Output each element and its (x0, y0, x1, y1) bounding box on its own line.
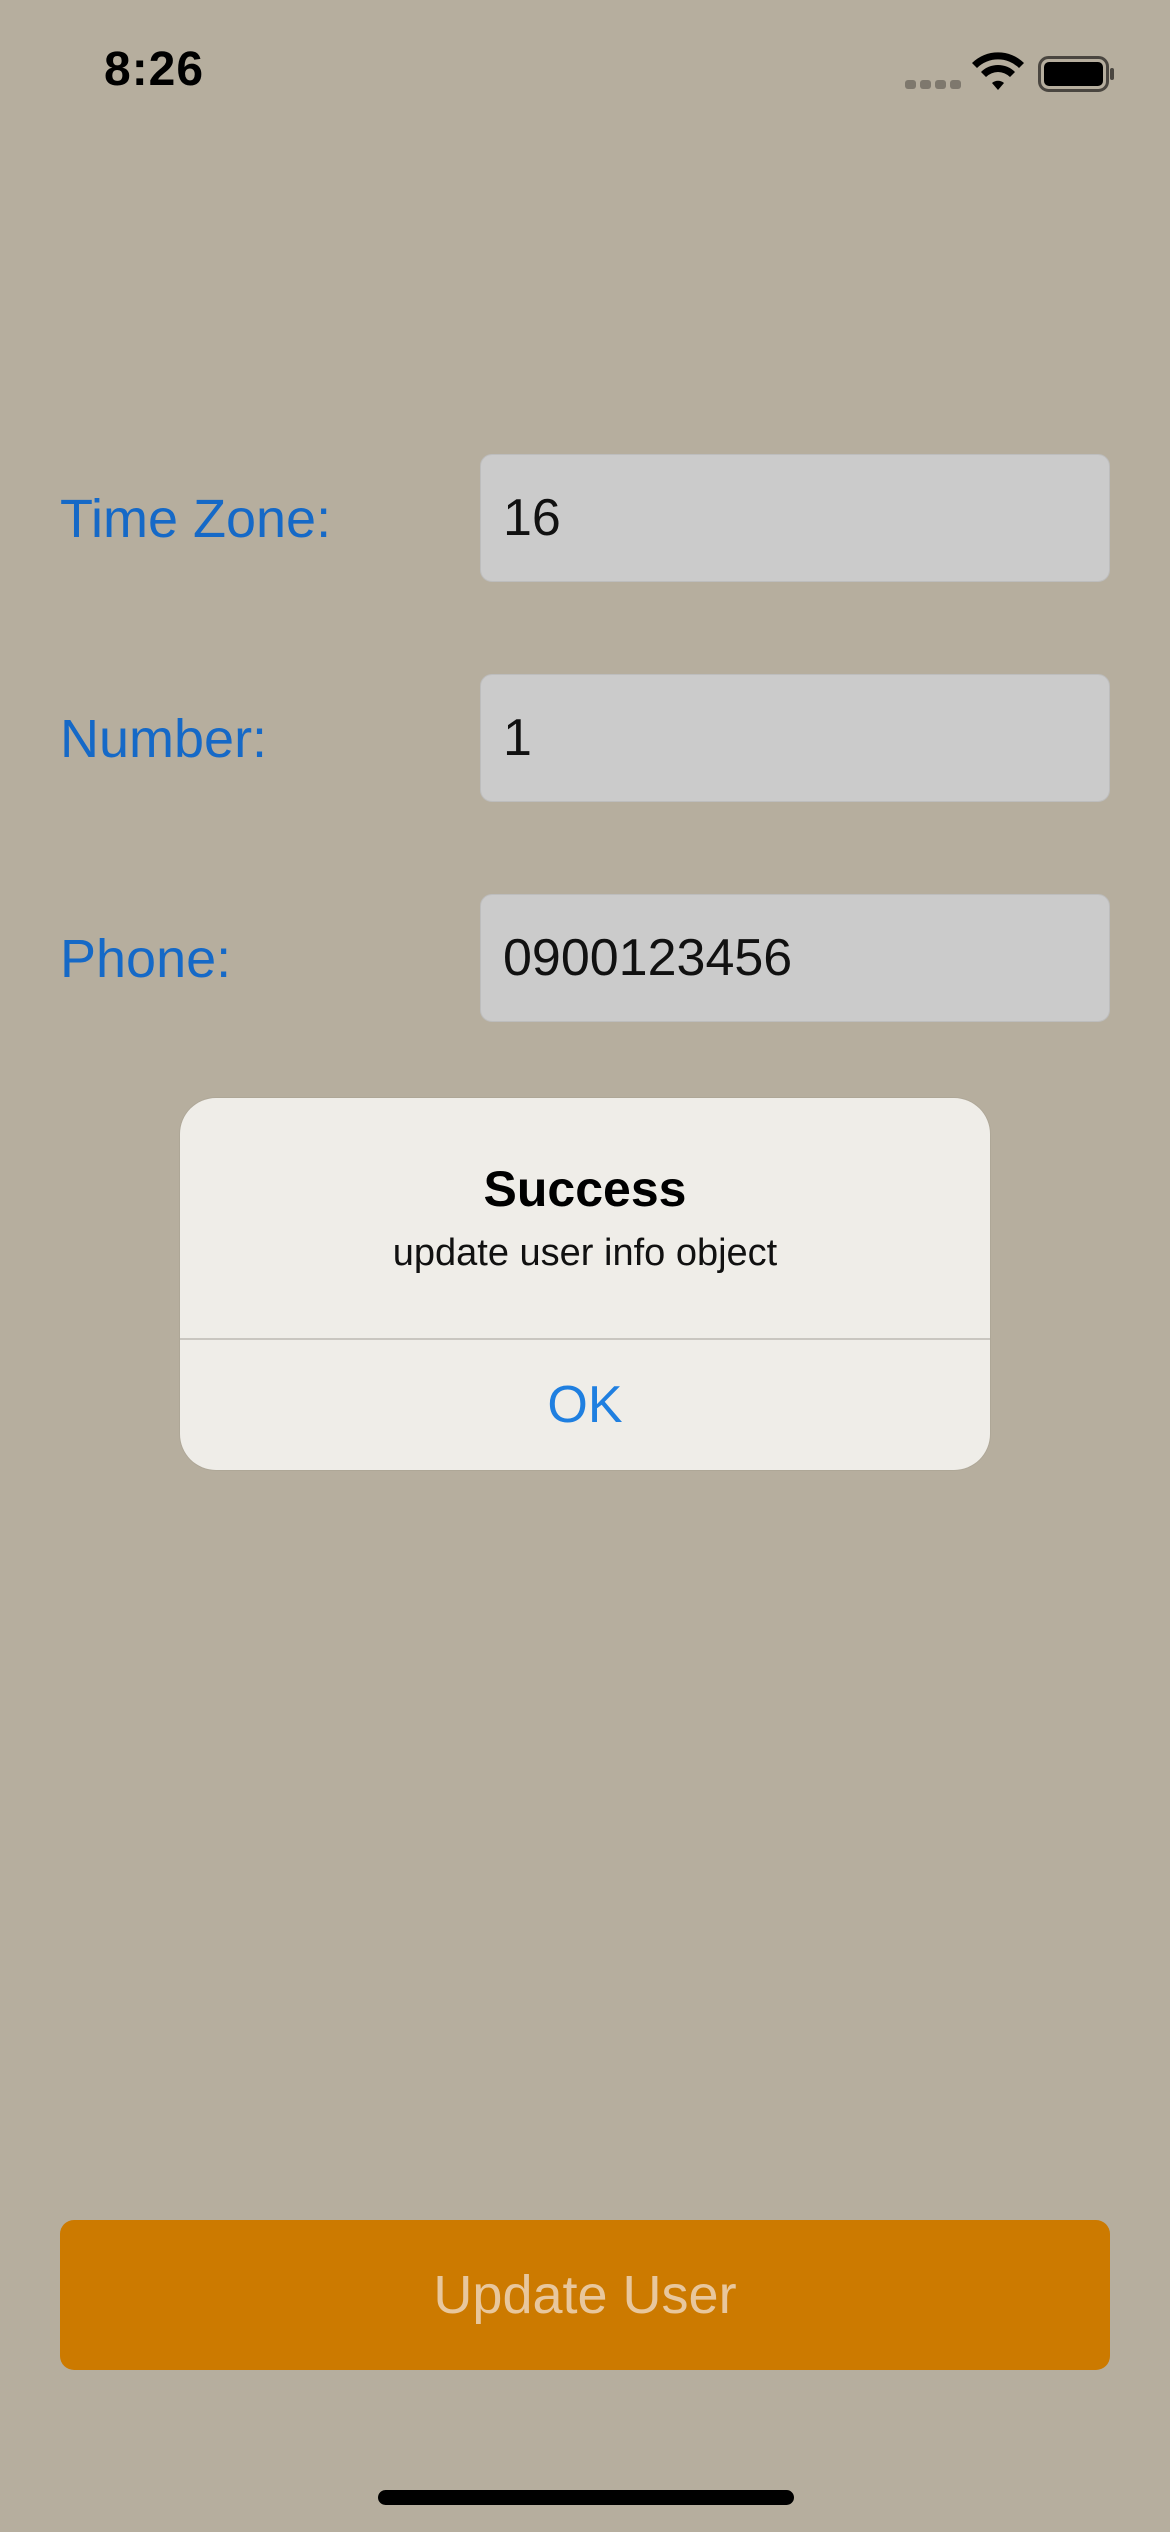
phone-label: Phone: (60, 929, 232, 989)
update-user-button[interactable]: Update User (60, 2220, 1110, 2370)
alert-title: Success (483, 1161, 687, 1217)
home-indicator (378, 2490, 794, 2505)
success-alert-dialog: Success update user info object OK (180, 1098, 990, 1470)
number-label: Number: (60, 709, 268, 769)
phone-field[interactable]: 0900123456 (480, 894, 1110, 1022)
alert-ok-button[interactable]: OK (180, 1340, 990, 1470)
time-zone-field[interactable]: 16 (480, 454, 1110, 582)
cellular-signal-icon (905, 80, 961, 92)
time-zone-label: Time Zone: (60, 489, 332, 549)
status-time: 8:26 (104, 43, 205, 96)
number-field[interactable]: 1 (480, 674, 1110, 802)
wifi-icon (972, 52, 1024, 90)
battery-icon (1038, 56, 1114, 92)
alert-message: update user info object (392, 1232, 778, 1274)
status-bar: 8:26 (0, 0, 1170, 150)
